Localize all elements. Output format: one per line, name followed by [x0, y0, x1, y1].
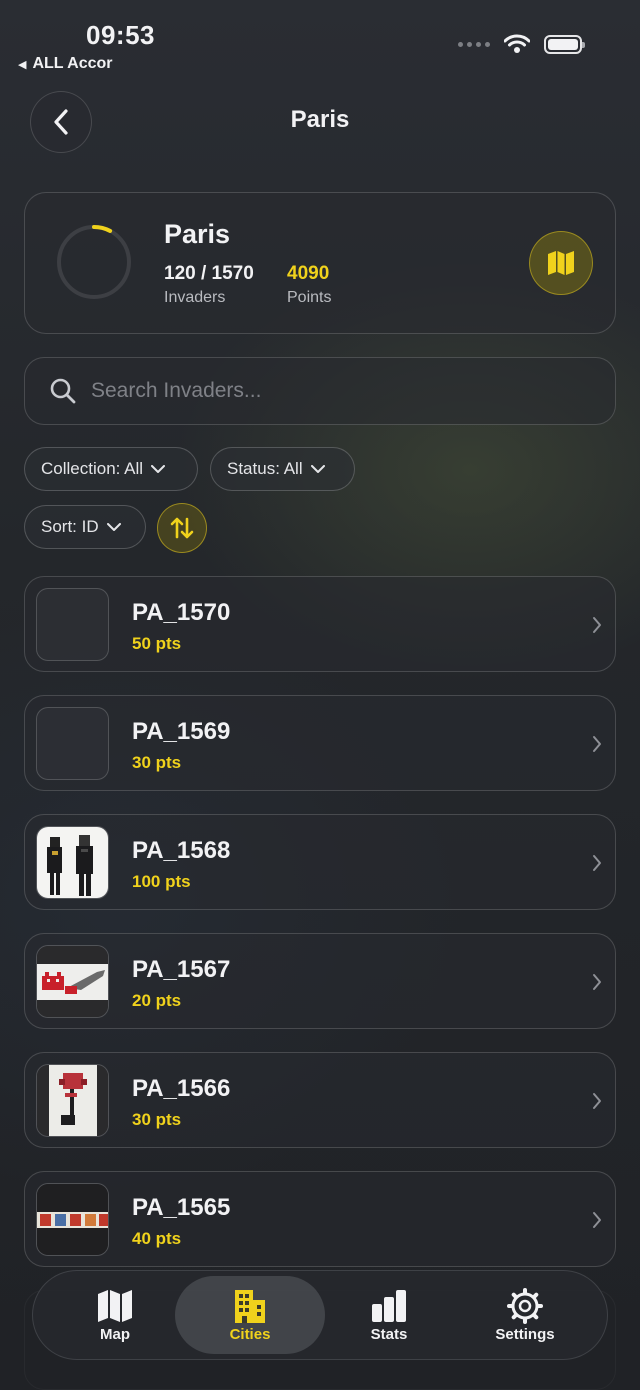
chevron-right-icon	[593, 1093, 601, 1109]
city-summary-card: Paris 120 / 1570 Invaders 4090 Points	[24, 192, 616, 334]
map-icon	[548, 251, 574, 275]
status-time: 09:53	[86, 20, 155, 50]
chevron-right-icon	[593, 1212, 601, 1228]
tab-stats[interactable]: Stats	[314, 1276, 464, 1354]
invader-id: PA_1567	[132, 956, 231, 983]
signal-dots-icon	[458, 41, 490, 47]
wifi-icon	[504, 34, 530, 53]
invader-points: 100 pts	[132, 872, 191, 891]
invader-row[interactable]: PA_1570 50 pts	[24, 576, 616, 672]
city-name: Paris	[164, 219, 231, 249]
chevron-down-icon	[106, 522, 121, 531]
sort-direction-button[interactable]	[157, 503, 207, 553]
collection-filter-label: Collection: All	[41, 459, 144, 478]
invaders-stat: 120 / 1570 Invaders	[164, 263, 254, 307]
progress-ring	[57, 225, 131, 299]
invader-row[interactable]: PA_1567 20 pts	[24, 933, 616, 1029]
invaders-label: Invaders	[164, 289, 226, 306]
sort-arrows-icon	[170, 517, 194, 539]
invader-thumbnail	[36, 945, 109, 1018]
tab-settings[interactable]: Settings	[450, 1276, 600, 1354]
tab-label: Cities	[229, 1326, 271, 1343]
chevron-right-icon	[593, 617, 601, 633]
invader-thumbnail	[36, 1183, 109, 1256]
invaders-count: 120 / 1570	[164, 263, 254, 284]
status-indicators	[458, 34, 585, 54]
search-bar[interactable]	[24, 357, 616, 425]
invader-id: PA_1568	[132, 837, 231, 864]
invader-thumbnail	[36, 1064, 109, 1137]
return-app-label: ALL Accor	[32, 55, 113, 72]
invader-points: 40 pts	[132, 1229, 182, 1248]
status-filter-label: Status: All	[227, 459, 303, 478]
tab-map[interactable]: Map	[40, 1276, 190, 1354]
invader-id: PA_1569	[132, 718, 231, 745]
chevron-right-icon	[593, 855, 601, 871]
battery-icon	[544, 34, 585, 54]
chevron-right-icon	[593, 974, 601, 990]
city-map-button[interactable]	[529, 231, 593, 295]
tab-bar: Map Cities Stats Settings	[32, 1270, 608, 1360]
gear-icon	[507, 1288, 543, 1324]
chevron-down-icon	[310, 464, 325, 473]
sort-filter-label: Sort: ID	[41, 517, 99, 536]
invader-id: PA_1566	[132, 1075, 231, 1102]
invader-points: 50 pts	[132, 634, 182, 653]
collection-filter[interactable]: Collection: All	[24, 447, 198, 491]
map-icon	[98, 1290, 132, 1322]
invader-thumbnail	[36, 588, 109, 661]
page-title: Paris	[290, 106, 350, 133]
red-figure-mosaic-image	[37, 1065, 108, 1136]
invader-points: 30 pts	[132, 753, 182, 772]
back-triangle-icon: ◀	[18, 58, 27, 71]
invader-row[interactable]: PA_1565 40 pts	[24, 1171, 616, 1267]
invader-thumbnail	[36, 826, 109, 899]
return-to-app-link[interactable]: ◀ ALL Accor	[18, 55, 112, 73]
invader-id: PA_1565	[132, 1194, 231, 1221]
search-input[interactable]	[89, 378, 573, 404]
chevron-down-icon	[151, 464, 166, 473]
invader-points: 30 pts	[132, 1110, 182, 1129]
points-value: 4090	[287, 263, 330, 284]
invader-row[interactable]: PA_1568 100 pts	[24, 814, 616, 910]
bar-chart-icon	[372, 1290, 406, 1322]
tab-cities[interactable]: Cities	[175, 1276, 325, 1354]
search-icon	[50, 378, 76, 404]
ghost-row-mosaic-image	[37, 1184, 108, 1255]
tab-label: Stats	[370, 1326, 408, 1343]
invader-points: 20 pts	[132, 991, 182, 1010]
points-stat: 4090 Points	[287, 263, 331, 307]
building-icon	[235, 1290, 265, 1323]
invader-thumbnail	[36, 707, 109, 780]
red-invader-hand-mosaic-image	[37, 946, 108, 1017]
sort-filter[interactable]: Sort: ID	[24, 505, 146, 549]
tab-label: Settings	[495, 1326, 555, 1343]
chevron-right-icon	[593, 736, 601, 752]
tab-label: Map	[100, 1326, 130, 1343]
points-label: Points	[287, 289, 332, 306]
invader-row[interactable]: PA_1569 30 pts	[24, 695, 616, 791]
status-filter[interactable]: Status: All	[210, 447, 355, 491]
invader-row[interactable]: PA_1566 30 pts	[24, 1052, 616, 1148]
invader-id: PA_1570	[132, 599, 231, 626]
two-figures-mosaic-image	[37, 827, 108, 898]
